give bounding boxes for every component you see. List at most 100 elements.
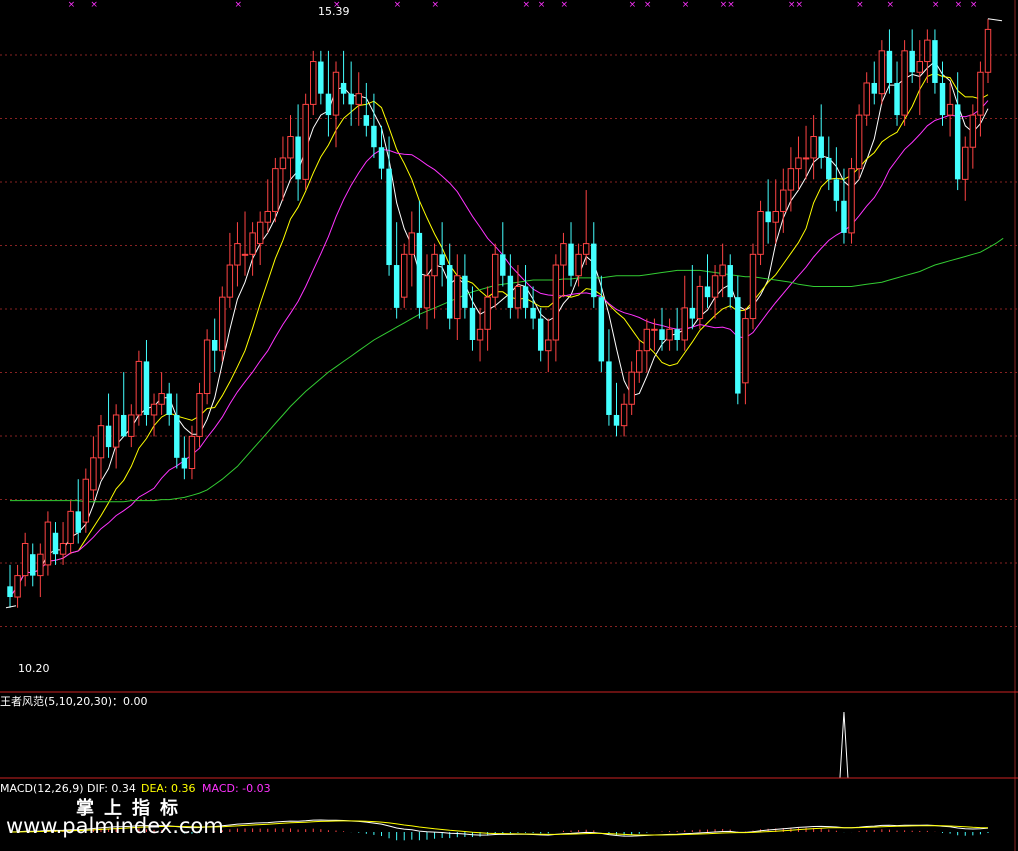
candle-body-down (932, 40, 938, 83)
candle-body-down (894, 82, 900, 116)
candle-body-up (484, 296, 491, 330)
candle (591, 222, 597, 308)
candle-body-down (591, 243, 597, 298)
candle-body-down (841, 200, 847, 233)
candle (620, 393, 628, 437)
signal-mark: × (886, 0, 894, 10)
candle-body-down (500, 254, 506, 276)
candle (408, 211, 416, 287)
candle-body-up (355, 93, 362, 105)
candle-body-down (909, 50, 915, 73)
signal-mark: × (68, 0, 76, 10)
candle (582, 190, 590, 266)
candle-body-up (454, 275, 461, 320)
candle-body-up (90, 457, 97, 491)
candle-body-up (401, 253, 408, 298)
candle (302, 93, 309, 191)
candle-body-up (711, 275, 719, 298)
indicator1-title: 王者风范(5,10,20,30)：0.00 (0, 694, 148, 708)
candle-body-down (174, 414, 180, 458)
candle-body-up (681, 307, 688, 341)
candle (871, 61, 878, 105)
candle-body-up (272, 168, 279, 212)
stock-chart: × × × × × × × × × × × × × × × × × × × × × 15.39 10.20 王者风范(5… (0, 0, 1018, 851)
macd-title: MACD(12,26,9) (0, 782, 84, 795)
candle (128, 404, 135, 448)
candle-body-up (150, 403, 158, 416)
candle (476, 307, 484, 362)
candle-body-up (44, 521, 52, 566)
candle (833, 147, 840, 212)
candle-body-up (128, 414, 135, 437)
candle (924, 29, 931, 83)
candle (150, 393, 158, 437)
candle (439, 222, 445, 287)
candle (681, 275, 688, 351)
candle-body-down (295, 136, 301, 180)
candle-body-down (75, 511, 81, 533)
candle-body-up (264, 210, 271, 223)
high-price-label: 15.39 (318, 5, 350, 18)
candle-body-up (582, 243, 590, 255)
candle-body-down (30, 554, 36, 576)
watermark-url: www.palmindex.com (6, 814, 224, 838)
candle-body-down (318, 61, 324, 94)
candle (674, 307, 680, 351)
candle (143, 340, 150, 426)
candle (522, 265, 529, 319)
candle (727, 254, 733, 308)
candle-body-up (67, 510, 74, 544)
candle-body-down (886, 50, 893, 83)
signal-marks: × × × × × × × × × × × × × × × × × × × × × (68, 0, 978, 10)
signal-mark: × (720, 0, 728, 10)
candle-body-up (651, 328, 658, 331)
candle-body-up (575, 253, 582, 277)
candle-body-up (916, 61, 923, 73)
candle-body-down (568, 243, 574, 276)
candle-body-up (636, 350, 643, 373)
candle-body-up (423, 275, 431, 309)
candle-body-up (21, 542, 29, 577)
candle-body-up (795, 157, 802, 170)
candle (21, 532, 29, 587)
candle-body-down (727, 265, 733, 298)
candle-body-up (787, 168, 795, 191)
candle (810, 115, 817, 180)
candle-body-up (924, 39, 931, 63)
candle-body-down (765, 211, 771, 223)
candle-body-up (332, 71, 340, 116)
candle-body-up (855, 114, 863, 170)
signal-mark: × (394, 0, 402, 10)
candle-body-up (226, 264, 234, 298)
candle (606, 329, 612, 426)
candle (969, 104, 977, 169)
candle (636, 340, 643, 383)
candle-body-up (749, 253, 757, 320)
candle-body-down (211, 340, 218, 351)
candle-body-up (112, 414, 120, 448)
candle-body-up (552, 264, 560, 341)
candle (530, 286, 536, 330)
candle (135, 350, 143, 426)
candle (735, 275, 741, 405)
candle-body-up (256, 221, 264, 245)
candle-body-up (234, 243, 241, 266)
signal-mark: × (932, 0, 940, 10)
candle (863, 72, 870, 126)
candle-body-down (52, 532, 59, 555)
candle (264, 179, 271, 233)
candle (802, 125, 810, 180)
candle-body-down (439, 254, 445, 266)
candle (454, 254, 461, 340)
candle-body-down (120, 414, 127, 437)
candle-body-up (158, 393, 165, 405)
candle-body-up (37, 553, 44, 577)
candle-body-down (818, 136, 824, 158)
candle-body-down (659, 329, 665, 340)
signal-mark: × (629, 0, 637, 10)
candle (757, 200, 764, 266)
candle (340, 50, 347, 105)
candle-body-up (666, 328, 673, 341)
candle (855, 104, 863, 180)
candle-body-up (249, 232, 256, 255)
